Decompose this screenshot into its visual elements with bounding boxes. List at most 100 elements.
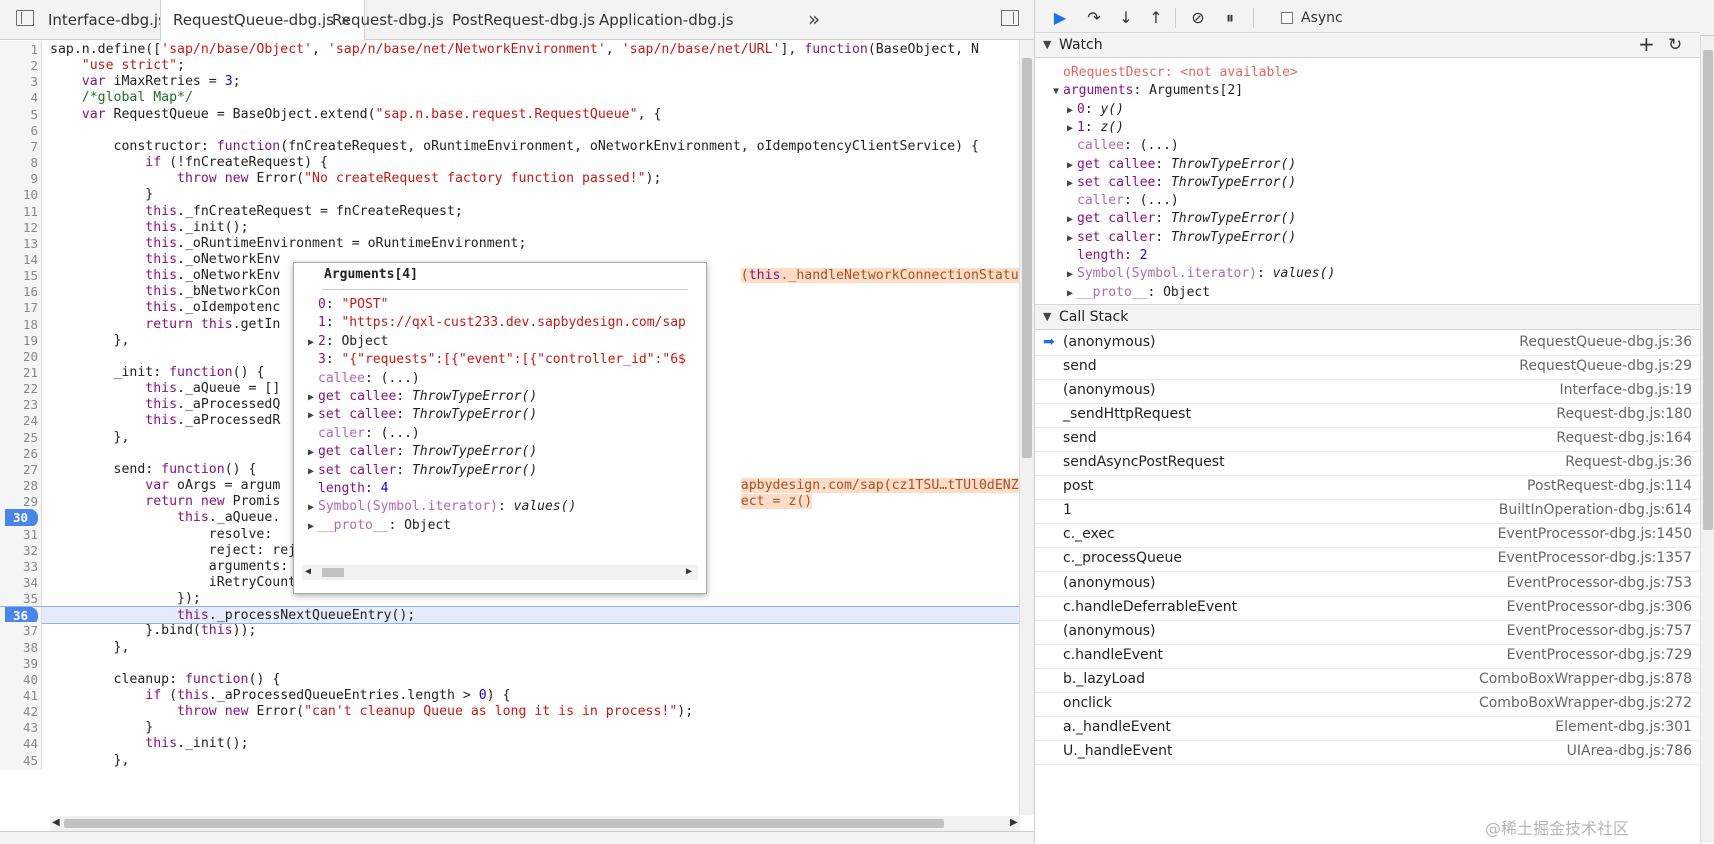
- popover-property[interactable]: ▶ get caller: ThrowTypeError(): [304, 442, 537, 462]
- frame-location-link[interactable]: Interface-dbg.js:19: [1559, 378, 1692, 403]
- property-value: Object: [341, 333, 389, 349]
- frame-location-link[interactable]: ComboBoxWrapper-dbg.js:272: [1479, 691, 1692, 716]
- editor-vertical-scroll-thumb[interactable]: [1022, 58, 1032, 458]
- popover-property: 1: "https://qxl-cust233.dev.sapbydesign.…: [304, 313, 686, 333]
- scroll-right-arrow-icon[interactable]: ▶: [686, 566, 692, 577]
- tab-application-dbg-js[interactable]: Application-dbg.js: [587, 0, 746, 40]
- call-frame[interactable]: c._exec EventProcessor-dbg.js:1450: [1035, 522, 1700, 549]
- watch-section-header[interactable]: ▼ Watch + ↻: [1035, 32, 1700, 58]
- call-frame[interactable]: U._handleEvent UIArea-dbg.js:786: [1035, 739, 1700, 765]
- call-frame[interactable]: post PostRequest-dbg.js:114: [1035, 474, 1700, 501]
- watch-row[interactable]: ▼ arguments: Arguments[2]: [1049, 81, 1243, 101]
- watch-row[interactable]: ▶ set callee: ThrowTypeError(): [1063, 173, 1296, 193]
- frame-location-link[interactable]: Request-dbg.js:180: [1556, 402, 1692, 427]
- frame-function-name: U._handleEvent: [1063, 742, 1173, 759]
- popover-property[interactable]: ▶ set caller: ThrowTypeError(): [304, 461, 537, 481]
- call-frame[interactable]: send Request-dbg.js:164: [1035, 426, 1700, 453]
- watch-key: 0: [1077, 101, 1085, 117]
- watch-row[interactable]: ▶ 1: z(): [1063, 118, 1124, 138]
- editor-vertical-scrollbar[interactable]: [1019, 40, 1034, 815]
- call-frame[interactable]: c.handleDeferrableEvent EventProcessor-db…: [1035, 595, 1700, 621]
- watch-row[interactable]: ▶ Symbol(Symbol.iterator): values(): [1063, 264, 1335, 284]
- call-frame[interactable]: sendAsyncPostRequest Request-dbg.js:36: [1035, 450, 1700, 477]
- expand-triangle-icon[interactable]: ▶: [1063, 284, 1077, 304]
- call-frame[interactable]: b._lazyLoad ComboBoxWrapper-dbg.js:878: [1035, 667, 1700, 693]
- call-frame[interactable]: c._processQueue EventProcessor-dbg.js:135…: [1035, 546, 1700, 573]
- frame-location-link[interactable]: Element-dbg.js:301: [1555, 715, 1692, 740]
- watch-separator: :: [1123, 138, 1140, 154]
- scroll-left-arrow-icon[interactable]: ◀: [52, 817, 60, 828]
- call-frame[interactable]: a._handleEvent Element-dbg.js:301: [1035, 715, 1700, 741]
- popover-property: callee: (...): [304, 369, 420, 389]
- watch-row[interactable]: ▶ __proto__: Object: [1063, 283, 1210, 303]
- tab-postrequest-dbg-js[interactable]: PostRequest-dbg.js: [440, 0, 607, 40]
- debugger-panel-toggle-icon[interactable]: [1001, 10, 1019, 26]
- call-frame[interactable]: (anonymous) EventProcessor-dbg.js:753: [1035, 571, 1700, 597]
- frame-location-link[interactable]: RequestQueue-dbg.js:36: [1519, 330, 1692, 355]
- deactivate-breakpoints-icon[interactable]: ⊘: [1187, 7, 1209, 29]
- line-number-text: 31: [22, 526, 38, 542]
- call-frame[interactable]: 1 BuiltInOperation-dbg.js:614: [1035, 498, 1700, 525]
- code-line[interactable]: 45 },: [0, 751, 1019, 770]
- frame-location-link[interactable]: UIArea-dbg.js:786: [1567, 739, 1692, 764]
- scroll-left-arrow-icon[interactable]: ◀: [305, 566, 311, 577]
- tab-request-dbg-js[interactable]: Request-dbg.js: [320, 0, 456, 40]
- watch-row[interactable]: ▶ get callee: ThrowTypeError(): [1063, 155, 1296, 175]
- call-frame[interactable]: (anonymous) EventProcessor-dbg.js:757: [1035, 619, 1700, 645]
- resume-icon[interactable]: ▶︎: [1049, 7, 1071, 29]
- call-frame[interactable]: ➡ (anonymous) RequestQueue-dbg.js:36: [1035, 330, 1700, 356]
- sidebar-vertical-scrollbar[interactable]: [1700, 36, 1714, 843]
- editor-horizontal-scrollbar[interactable]: ◀ ▶: [50, 816, 1020, 831]
- watch-row[interactable]: ▶ set caller: ThrowTypeError(): [1063, 228, 1296, 248]
- async-label: Async: [1301, 10, 1343, 26]
- frame-location-link[interactable]: EventProcessor-dbg.js:1450: [1498, 522, 1692, 547]
- tab-interface-dbg-js[interactable]: Interface-dbg.js: [36, 0, 178, 40]
- expand-triangle-icon[interactable]: ▶: [304, 517, 318, 537]
- popover-horizontal-scrollbar[interactable]: ◀ ▶: [302, 565, 698, 580]
- frame-location-link[interactable]: PostRequest-dbg.js:114: [1527, 474, 1692, 499]
- frame-location-link[interactable]: ComboBoxWrapper-dbg.js:878: [1479, 667, 1692, 692]
- watch-row[interactable]: ▶ 0: y(): [1063, 100, 1124, 120]
- watch-value: ThrowTypeError(): [1170, 174, 1297, 190]
- frame-location-link[interactable]: EventProcessor-dbg.js:306: [1507, 595, 1692, 620]
- popover-property[interactable]: ▶ __proto__: Object: [304, 516, 451, 536]
- expand-triangle-icon[interactable]: ▼: [1049, 82, 1063, 102]
- more-tabs-icon[interactable]: »: [808, 0, 820, 40]
- frame-location-link[interactable]: BuiltInOperation-dbg.js:614: [1499, 498, 1692, 523]
- add-watch-icon[interactable]: +: [1638, 33, 1655, 55]
- call-frame[interactable]: (anonymous) Interface-dbg.js:19: [1035, 378, 1700, 405]
- popover-property[interactable]: ▶ set callee: ThrowTypeError(): [304, 405, 537, 425]
- step-out-icon[interactable]: ↑: [1145, 7, 1167, 29]
- sidebar-scroll-thumb[interactable]: [1703, 50, 1713, 530]
- popover-scroll-thumb[interactable]: [322, 568, 344, 577]
- call-frame[interactable]: _sendHttpRequest Request-dbg.js:180: [1035, 402, 1700, 429]
- step-into-icon[interactable]: ↓: [1115, 7, 1137, 29]
- call-frame[interactable]: onclick ComboBoxWrapper-dbg.js:272: [1035, 691, 1700, 717]
- call-frame[interactable]: send RequestQueue-dbg.js:29: [1035, 354, 1700, 381]
- async-checkbox[interactable]: [1281, 12, 1293, 24]
- frame-location-link[interactable]: EventProcessor-dbg.js:757: [1507, 619, 1692, 644]
- popover-property[interactable]: ▶ Symbol(Symbol.iterator): values(): [304, 497, 576, 517]
- pause-on-exceptions-icon[interactable]: ⏸: [1219, 7, 1241, 29]
- frame-location-link[interactable]: EventProcessor-dbg.js:1357: [1498, 546, 1692, 571]
- frame-location-link[interactable]: Request-dbg.js:164: [1556, 426, 1692, 451]
- call-stack-section-header[interactable]: ▼ Call Stack: [1035, 304, 1700, 330]
- frame-location-link[interactable]: EventProcessor-dbg.js:729: [1507, 643, 1692, 668]
- expand-triangle-icon[interactable]: ▼: [1043, 305, 1051, 329]
- refresh-watch-icon[interactable]: ↻: [1668, 33, 1682, 57]
- expand-triangle-icon[interactable]: ▼: [1043, 33, 1051, 57]
- popover-property[interactable]: ▶ 2: Object: [304, 332, 388, 352]
- line-number-text: 20: [22, 348, 38, 364]
- watch-row[interactable]: ▶ get caller: ThrowTypeError(): [1063, 209, 1296, 229]
- popover-property[interactable]: ▶ get callee: ThrowTypeError(): [304, 387, 537, 407]
- frame-location-link[interactable]: EventProcessor-dbg.js:753: [1507, 571, 1692, 596]
- frame-location-link[interactable]: RequestQueue-dbg.js:29: [1519, 354, 1692, 379]
- navigator-toggle-icon[interactable]: [16, 10, 34, 26]
- step-over-icon[interactable]: ↷: [1083, 7, 1105, 29]
- line-number[interactable]: 45: [0, 751, 42, 770]
- scroll-right-arrow-icon[interactable]: ▶: [1010, 817, 1018, 828]
- arguments-popover[interactable]: Arguments[4] 0: "POST" 1: "https://qxl-c…: [293, 262, 707, 594]
- editor-horizontal-scroll-thumb[interactable]: [64, 819, 944, 828]
- frame-location-link[interactable]: Request-dbg.js:36: [1565, 450, 1692, 475]
- call-frame[interactable]: c.handleEvent EventProcessor-dbg.js:729: [1035, 643, 1700, 669]
